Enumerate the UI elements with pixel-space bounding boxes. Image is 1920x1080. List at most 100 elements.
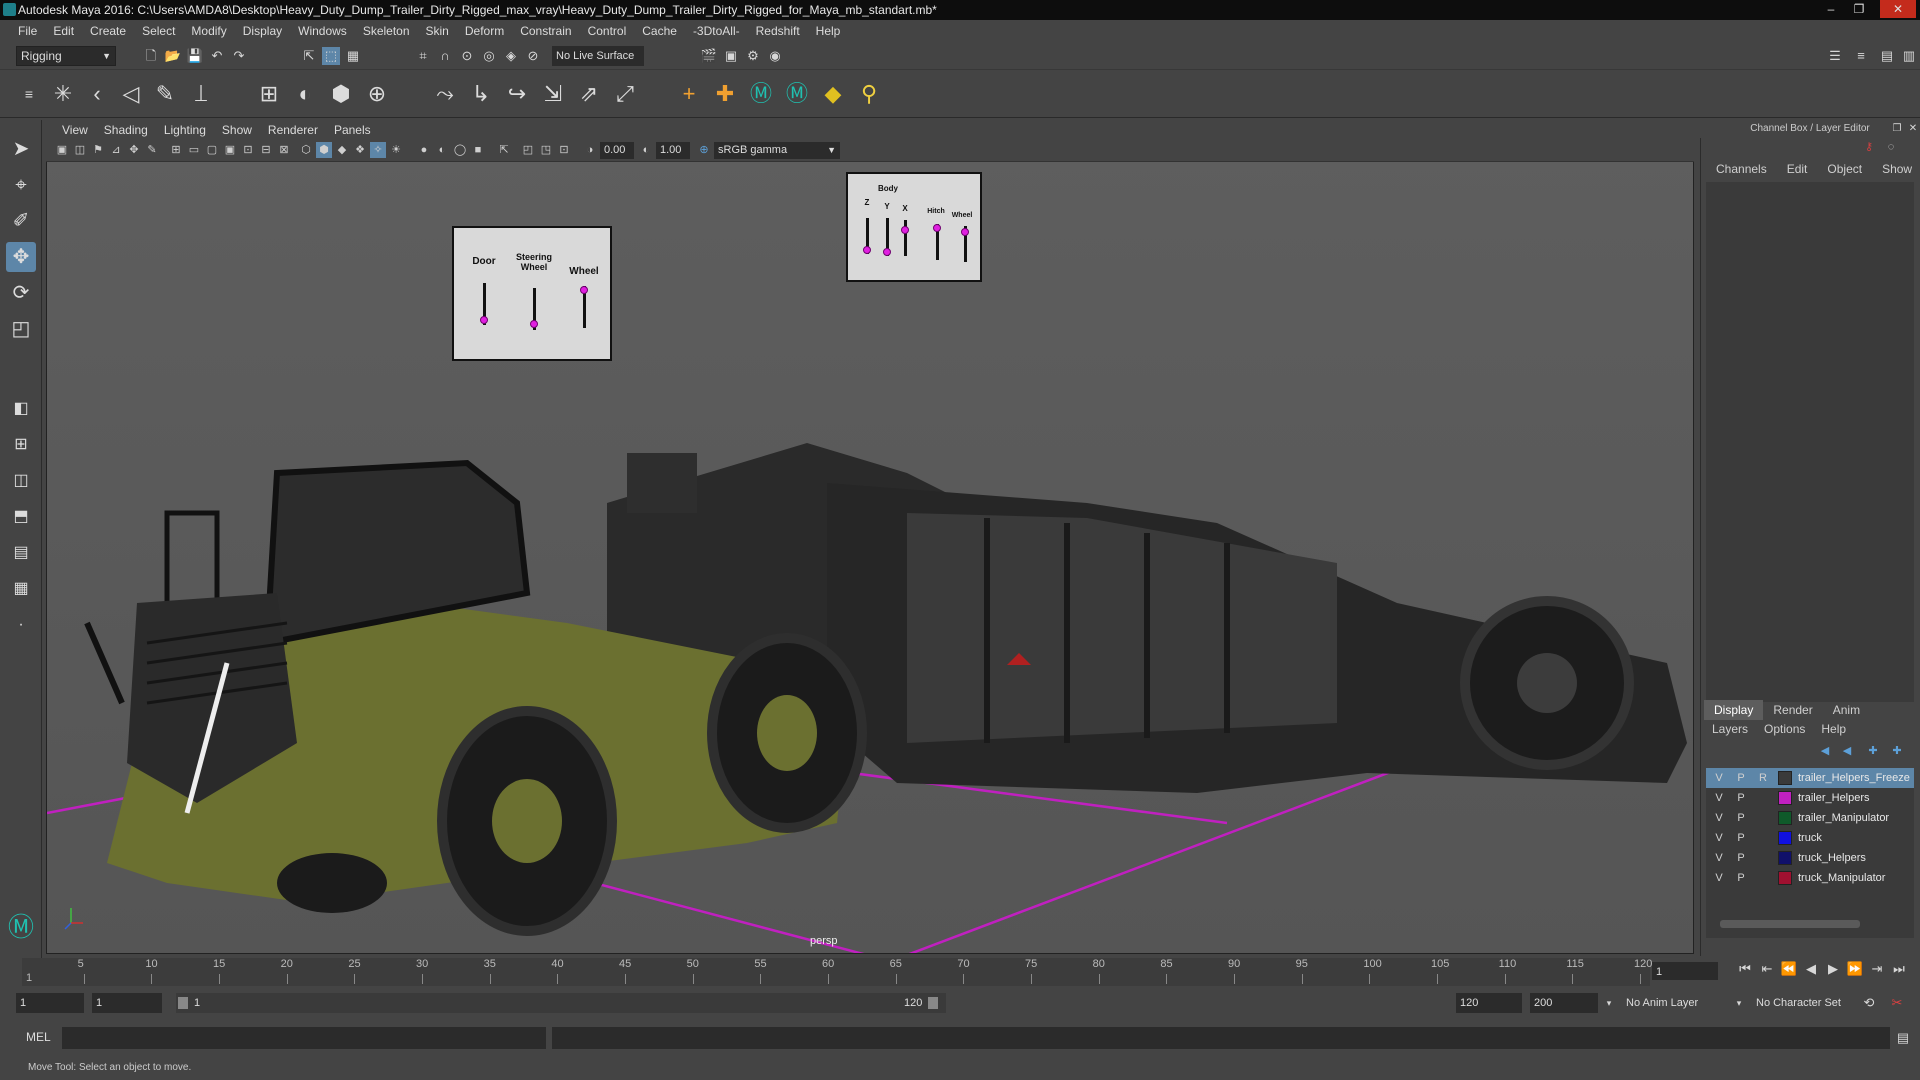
select-component-icon[interactable]: ▦ xyxy=(344,47,362,65)
snap-grid-icon[interactable]: ⌗ xyxy=(414,47,432,65)
layer-row[interactable]: V P truck_Helpers xyxy=(1706,848,1914,868)
y-slider-knob[interactable] xyxy=(883,248,891,256)
menu-skin[interactable]: Skin xyxy=(418,20,457,42)
scale-tool-icon[interactable]: ◰ xyxy=(6,314,36,344)
body-wheel-slider-knob[interactable] xyxy=(961,228,969,236)
use-lights-icon[interactable]: ✧ xyxy=(370,142,386,158)
menu-control[interactable]: Control xyxy=(580,20,635,42)
maya-script-icon[interactable]: Ⓜ xyxy=(746,78,776,110)
layer-playback-toggle[interactable]: P xyxy=(1734,808,1748,828)
layer-editor-toggle-icon[interactable]: ▥ xyxy=(1900,47,1918,65)
2d-pan-zoom-icon[interactable]: ✥ xyxy=(126,142,142,158)
command-language-label[interactable]: MEL xyxy=(26,1030,51,1044)
motion-blur-icon[interactable]: ◐ xyxy=(434,142,450,158)
character-set-dropdown[interactable]: No Character Set xyxy=(1752,993,1868,1013)
attribute-editor-toggle-icon[interactable]: ≡ xyxy=(1852,47,1870,65)
shelf-menu-icon[interactable]: ≡ xyxy=(14,78,44,110)
layer-reference-toggle[interactable]: R xyxy=(1756,768,1770,788)
snap-curve-icon[interactable]: ∩ xyxy=(436,47,454,65)
select-object-icon[interactable]: ⬚ xyxy=(322,47,340,65)
vp-menu-panels[interactable]: Panels xyxy=(326,120,379,140)
smooth-shade-icon[interactable]: ⬢ xyxy=(316,142,332,158)
single-pane-layout-icon[interactable]: ◧ xyxy=(6,394,36,424)
menu-help[interactable]: Help xyxy=(808,20,849,42)
layer-visibility-toggle[interactable]: V xyxy=(1712,828,1726,848)
menu-deform[interactable]: Deform xyxy=(457,20,512,42)
play-backwards-icon[interactable]: ◀ xyxy=(1802,960,1820,978)
menu-edit[interactable]: Edit xyxy=(45,20,82,42)
auto-key-icon[interactable]: ⟲ xyxy=(1860,994,1878,1012)
layer-row[interactable]: V P truck_Manipulator xyxy=(1706,868,1914,888)
rotate-tool-icon[interactable]: ⟳ xyxy=(6,278,36,308)
menu-windows[interactable]: Windows xyxy=(290,20,355,42)
paint-select-icon[interactable]: ✐ xyxy=(6,206,36,236)
layer-menu-help[interactable]: Help xyxy=(1821,722,1846,736)
animation-preferences-icon[interactable]: ✂ xyxy=(1888,994,1906,1012)
vp-menu-renderer[interactable]: Renderer xyxy=(260,120,326,140)
chevron-down-icon[interactable]: ▾ xyxy=(1730,994,1748,1012)
xray-components-icon[interactable]: ⊡ xyxy=(556,142,572,158)
channel-options-icon[interactable]: ◌ xyxy=(1882,138,1900,156)
menu-cache[interactable]: Cache xyxy=(634,20,685,42)
gamma-field[interactable]: 1.00 xyxy=(656,142,690,159)
xray-joints-icon[interactable]: ◳ xyxy=(538,142,554,158)
range-end-handle[interactable] xyxy=(928,997,938,1009)
layer-playback-toggle[interactable]: P xyxy=(1734,788,1748,808)
layer-visibility-toggle[interactable]: V xyxy=(1712,848,1726,868)
ik-spline-icon[interactable]: ◁ xyxy=(116,78,146,110)
move-tool-icon[interactable]: ✥ xyxy=(6,242,36,272)
layer-visibility-toggle[interactable]: V xyxy=(1712,808,1726,828)
minimize-button[interactable]: – xyxy=(1818,0,1844,18)
move-layer-down-icon[interactable]: ◀ xyxy=(1838,742,1856,760)
layer-row[interactable]: V P trailer_Manipulator xyxy=(1706,808,1914,828)
parent-constraint-icon[interactable]: ⇗ xyxy=(574,78,604,110)
new-scene-icon[interactable]: 🗋 xyxy=(142,47,160,65)
close-panel-icon[interactable]: ✕ xyxy=(1904,120,1920,138)
color-management-icon[interactable]: ⊕ xyxy=(696,142,712,158)
bind-skin-icon[interactable]: ⊞ xyxy=(254,78,284,110)
cb-menu-object[interactable]: Object xyxy=(1817,160,1872,178)
exposure-field[interactable]: 0.00 xyxy=(600,142,634,159)
gate-mask-icon[interactable]: ▣ xyxy=(222,142,238,158)
four-pane-layout-icon[interactable]: ⊞ xyxy=(6,430,36,460)
layer-visibility-toggle[interactable]: V xyxy=(1712,788,1726,808)
xray-icon[interactable]: ◰ xyxy=(520,142,536,158)
layer-playback-toggle[interactable]: P xyxy=(1734,868,1748,888)
anim-end-field[interactable]: 200 xyxy=(1530,993,1598,1013)
select-camera-icon[interactable]: ▣ xyxy=(54,142,70,158)
view-transform-dropdown[interactable]: sRGB gamma ▼ xyxy=(714,142,840,159)
menu-file[interactable]: File xyxy=(10,20,45,42)
cb-menu-show[interactable]: Show xyxy=(1872,160,1920,178)
step-back-key-icon[interactable]: ⇤ xyxy=(1758,960,1776,978)
undo-icon[interactable]: ↶ xyxy=(208,47,226,65)
film-gate-icon[interactable]: ▭ xyxy=(186,142,202,158)
hypershade-layout-icon[interactable]: ▦ xyxy=(6,574,36,604)
render-frame-icon[interactable]: 🎬 xyxy=(700,47,718,65)
redo-icon[interactable]: ↷ xyxy=(230,47,248,65)
vp-menu-lighting[interactable]: Lighting xyxy=(156,120,214,140)
menu-redshift[interactable]: Redshift xyxy=(748,20,808,42)
new-layer-icon[interactable]: ✚ xyxy=(1864,742,1882,760)
smooth-bind-icon[interactable]: ◐ xyxy=(290,78,320,110)
anti-aliasing-icon[interactable]: ◯ xyxy=(452,142,468,158)
layer-list-scrollbar[interactable] xyxy=(1720,920,1860,928)
wheel-slider-knob[interactable] xyxy=(580,286,588,294)
point-constraint-icon[interactable]: ⤳ xyxy=(430,78,460,110)
exposure-icon[interactable]: ◑ xyxy=(582,142,598,158)
grid-toggle-icon[interactable]: ⊞ xyxy=(168,142,184,158)
tab-anim[interactable]: Anim xyxy=(1823,700,1870,720)
maximize-button[interactable]: ❐ xyxy=(1846,0,1872,18)
playback-end-field[interactable]: 120 xyxy=(1456,993,1522,1013)
time-slider[interactable]: 1 5 10 15 20 25 30 35 40 45 50 55 60 65 70 75 80 85 90 95 1… xyxy=(22,958,1652,986)
layer-playback-toggle[interactable]: P xyxy=(1734,768,1748,788)
layer-visibility-toggle[interactable]: V xyxy=(1712,868,1726,888)
wrap-deformer-icon[interactable]: ⚲ xyxy=(854,78,884,110)
layer-visibility-toggle[interactable]: V xyxy=(1712,768,1726,788)
joint-tool-icon[interactable]: ✳ xyxy=(48,78,78,110)
x-slider-knob[interactable] xyxy=(901,226,909,234)
safe-title-icon[interactable]: ⊠ xyxy=(276,142,292,158)
close-button[interactable]: ✕ xyxy=(1880,0,1916,18)
grease-pencil-icon[interactable]: ✎ xyxy=(144,142,160,158)
menu-modify[interactable]: Modify xyxy=(183,20,234,42)
step-forward-frame-icon[interactable]: ⏩ xyxy=(1846,960,1864,978)
